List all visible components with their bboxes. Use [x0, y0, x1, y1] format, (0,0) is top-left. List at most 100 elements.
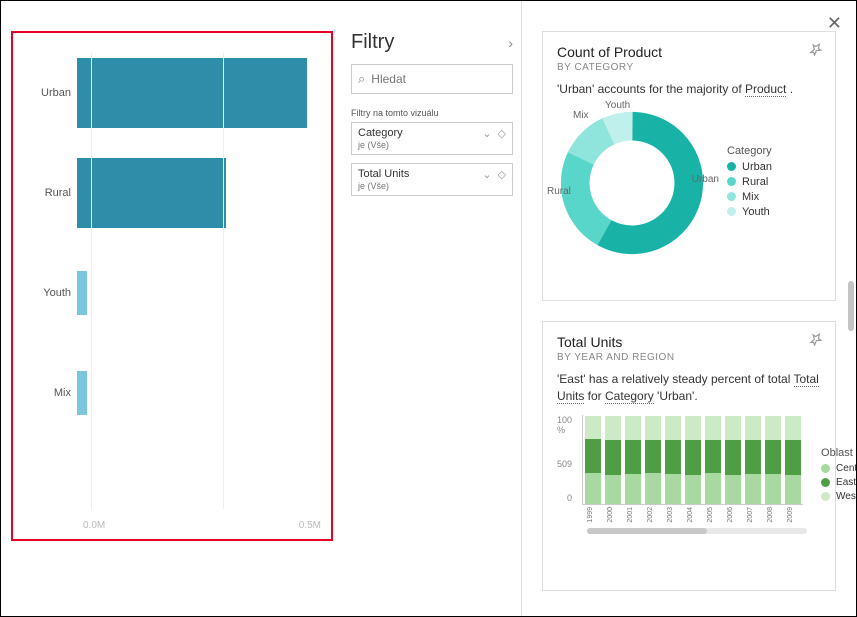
legend-label: Mix: [742, 191, 759, 203]
legend-item[interactable]: Rural: [727, 176, 772, 188]
legend-label: East: [836, 477, 856, 488]
bar-segment: [725, 440, 741, 474]
legend-item[interactable]: Central: [821, 463, 856, 474]
xtick: 2006: [727, 507, 743, 523]
bar-segment: [785, 475, 801, 504]
bar-segment: [625, 416, 641, 441]
stacked-bar[interactable]: [685, 416, 701, 504]
main-visual-column: UrbanRuralYouthMix 0.0M 0.5M: [1, 1, 343, 616]
pin-icon[interactable]: [809, 42, 823, 59]
bar-segment: [785, 416, 801, 441]
legend-item[interactable]: Urban: [727, 161, 772, 173]
bar-segment: [685, 475, 701, 504]
filters-header: Filtry ›: [351, 31, 513, 54]
card-title: Count of Product: [557, 44, 821, 60]
bar-segment: [585, 473, 601, 504]
bar-segment: [765, 474, 781, 504]
xtick: 2001: [627, 507, 643, 523]
stacked-bar[interactable]: [665, 416, 681, 504]
bar-segment: [665, 440, 681, 473]
bar[interactable]: [77, 371, 87, 415]
bar[interactable]: [77, 158, 226, 228]
xtick: 1999: [587, 507, 603, 523]
stacked-chart[interactable]: 100 % 509 0 Oblast CentralEastWest: [557, 415, 821, 505]
bar-chart-frame[interactable]: UrbanRuralYouthMix 0.0M 0.5M: [11, 31, 333, 541]
stacked-bar[interactable]: [785, 416, 801, 504]
eraser-icon[interactable]: ◇: [498, 127, 506, 140]
legend-label: West: [836, 491, 856, 502]
card-subtitle: BY YEAR AND REGION: [557, 352, 821, 363]
stacked-bar[interactable]: [605, 416, 621, 504]
legend-title: Category: [727, 145, 772, 157]
filters-search[interactable]: ⌕: [351, 64, 513, 94]
bar-segment: [605, 416, 621, 441]
xtick: 0.0M: [83, 520, 105, 531]
slice-label: Rural: [547, 186, 571, 197]
bar-segment: [725, 416, 741, 441]
xtick: 2005: [707, 507, 723, 523]
report-canvas: ✕ UrbanRuralYouthMix 0.0M 0.5M Filtry › …: [0, 0, 857, 617]
slice-label: Urban: [692, 174, 719, 185]
xtick: 2004: [687, 507, 703, 523]
card-title: Total Units: [557, 334, 821, 350]
stacked-bar[interactable]: [765, 416, 781, 504]
bar-segment: [785, 440, 801, 474]
slice-label: Mix: [573, 110, 589, 121]
bar-segment: [585, 439, 601, 472]
text: 'Urban' accounts for the majority of: [557, 82, 745, 96]
chevron-down-icon[interactable]: ⌄: [482, 168, 491, 181]
legend-swatch: [821, 492, 830, 501]
legend-item[interactable]: Mix: [727, 191, 772, 203]
legend-swatch: [727, 207, 736, 216]
bar-segment: [705, 440, 721, 473]
chevron-right-icon[interactable]: ›: [508, 35, 513, 51]
ytick: 0: [567, 493, 572, 503]
chevron-down-icon[interactable]: ⌄: [482, 127, 491, 140]
slice-label: Youth: [605, 100, 630, 111]
filter-card[interactable]: Total Unitsje (Vše)⌄◇: [351, 163, 513, 196]
stacked-bars: [582, 415, 803, 505]
search-icon: ⌕: [358, 71, 365, 87]
legend-item[interactable]: West: [821, 491, 856, 502]
columns: UrbanRuralYouthMix 0.0M 0.5M Filtry › ⌕ …: [1, 1, 856, 616]
pin-icon[interactable]: [809, 332, 823, 349]
stacked-bar[interactable]: [745, 416, 761, 504]
insight-card-stacked: Total Units BY YEAR AND REGION 'East' ha…: [542, 321, 836, 591]
donut-wrap: Urban Rural Mix Youth Category Urban Rura…: [557, 108, 821, 258]
bar-label: Rural: [23, 187, 77, 199]
bar-segment: [765, 416, 781, 441]
legend-item[interactable]: Youth: [727, 206, 772, 218]
scrollbar[interactable]: [848, 281, 854, 331]
legend-item[interactable]: East: [821, 477, 856, 488]
legend-title: Oblast: [821, 447, 856, 459]
search-input[interactable]: [371, 72, 526, 86]
text: 'Urban'.: [654, 389, 698, 403]
insight-text: 'Urban' accounts for the majority of Pro…: [557, 81, 821, 98]
bar-label: Mix: [23, 387, 77, 399]
eraser-icon[interactable]: ◇: [498, 168, 506, 181]
bar-segment: [605, 440, 621, 474]
bar-segment: [745, 440, 761, 473]
bar-segment: [705, 473, 721, 504]
bar-segment: [645, 473, 661, 504]
stacked-bar[interactable]: [705, 416, 721, 504]
xtick: 2008: [767, 507, 783, 523]
insights-column: Count of Product BY CATEGORY 'Urban' acc…: [521, 1, 856, 616]
donut-chart[interactable]: Urban Rural Mix Youth: [557, 108, 707, 258]
insight-card-donut: Count of Product BY CATEGORY 'Urban' acc…: [542, 31, 836, 301]
insight-link[interactable]: Category: [605, 389, 654, 404]
filters-section-label: Filtry na tomto vizuálu: [351, 108, 513, 118]
bar[interactable]: [77, 58, 307, 128]
legend-swatch: [821, 478, 830, 487]
bar-segment: [625, 440, 641, 473]
bar-segment: [645, 440, 661, 473]
stacked-bar[interactable]: [645, 416, 661, 504]
stacked-bar[interactable]: [725, 416, 741, 504]
stacked-bar[interactable]: [625, 416, 641, 504]
bar[interactable]: [77, 271, 87, 315]
filter-card[interactable]: Categoryje (Vše)⌄◇: [351, 122, 513, 155]
stacked-bar[interactable]: [585, 416, 601, 504]
bar-segment: [725, 475, 741, 504]
insight-link[interactable]: Product: [745, 82, 786, 97]
horizontal-scrollbar[interactable]: [587, 528, 807, 534]
